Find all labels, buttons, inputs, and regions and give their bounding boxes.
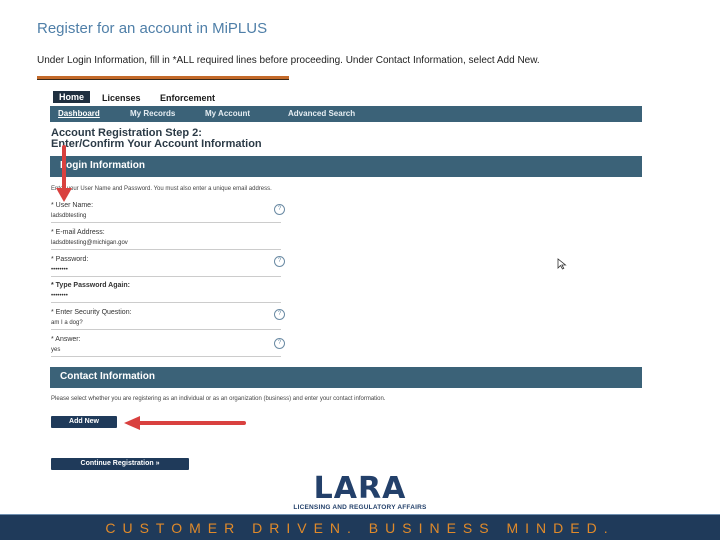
password-field: * Password: •••••••• <box>51 256 281 277</box>
answer-field: * Answer: yes <box>51 336 281 357</box>
footer-bar: CUSTOMER DRIVEN. BUSINESS MINDED. <box>0 515 720 540</box>
user-name-label: * User Name: <box>51 202 94 209</box>
step-heading-line2: Enter/Confirm Your Account Information <box>51 138 262 150</box>
subnav-advanced-search[interactable]: Advanced Search <box>288 109 355 118</box>
answer-input[interactable]: yes <box>51 345 281 357</box>
subnav-my-account[interactable]: My Account <box>205 109 250 118</box>
lara-logo: LARA LICENSING AND REGULATORY AFFAIRS <box>288 474 432 514</box>
answer-help-icon[interactable]: ? <box>274 338 285 349</box>
user-name-field: * User Name: ladsdbtesting <box>51 202 281 223</box>
mouse-cursor-icon <box>557 258 567 270</box>
annotation-arrow-down-head <box>56 188 72 202</box>
annotation-arrow-down <box>62 145 66 193</box>
security-question-label: * Enter Security Question: <box>51 309 132 316</box>
security-question-input[interactable]: am I a dog? <box>51 318 281 330</box>
lara-logo-word: LARA <box>313 471 407 506</box>
instruction-text: Under Login Information, fill in *ALL re… <box>37 55 540 66</box>
tab-home[interactable]: Home <box>53 91 91 103</box>
confirm-password-input[interactable]: •••••••• <box>51 291 281 303</box>
login-information-header: Login Information <box>50 156 642 177</box>
email-field: * E-mail Address: ladsdbtesting@michigan… <box>51 229 281 250</box>
password-help-icon[interactable]: ? <box>274 256 285 267</box>
answer-label: * Answer: <box>51 336 81 343</box>
continue-registration-button[interactable]: Continue Registration » <box>51 458 189 470</box>
annotation-arrow-left-head <box>124 416 140 430</box>
slide-title: Register for an account in MiPLUS <box>37 20 268 37</box>
subnav-dashboard[interactable]: Dashboard <box>58 109 100 118</box>
login-information-title: Login Information <box>60 160 145 171</box>
contact-help-text: Please select whether you are registerin… <box>51 396 386 402</box>
step-heading: Account Registration Step 2: Enter/Confi… <box>51 128 262 150</box>
tab-licenses[interactable]: Licenses <box>102 93 141 103</box>
user-name-help-icon[interactable]: ? <box>274 204 285 215</box>
sub-navigation: Dashboard My Records My Account Advanced… <box>50 106 642 122</box>
tab-enforcement[interactable]: Enforcement <box>160 93 215 103</box>
add-new-button[interactable]: Add New <box>51 416 117 428</box>
contact-information-header: Contact Information <box>50 367 642 388</box>
security-question-help-icon[interactable]: ? <box>274 309 285 320</box>
user-name-input[interactable]: ladsdbtesting <box>51 211 281 223</box>
password-input[interactable]: •••••••• <box>51 265 281 277</box>
subnav-my-records[interactable]: My Records <box>130 109 175 118</box>
email-input[interactable]: ladsdbtesting@michigan.gov <box>51 238 281 250</box>
confirm-password-label: * Type Password Again: <box>51 282 130 289</box>
login-help-text: Enter your User Name and Password. You m… <box>51 186 272 192</box>
password-label: * Password: <box>51 256 89 263</box>
title-underline-shadow <box>37 79 289 80</box>
confirm-password-field: * Type Password Again: •••••••• <box>51 282 281 303</box>
contact-information-title: Contact Information <box>60 371 155 382</box>
lara-logo-subtitle: LICENSING AND REGULATORY AFFAIRS <box>293 504 427 511</box>
footer-tagline: CUSTOMER DRIVEN. BUSINESS MINDED. <box>105 520 615 536</box>
top-navigation: Home Licenses Enforcement <box>50 90 642 106</box>
annotation-arrow-left <box>138 421 246 425</box>
email-label: * E-mail Address: <box>51 229 105 236</box>
security-question-field: * Enter Security Question: am I a dog? <box>51 309 281 330</box>
